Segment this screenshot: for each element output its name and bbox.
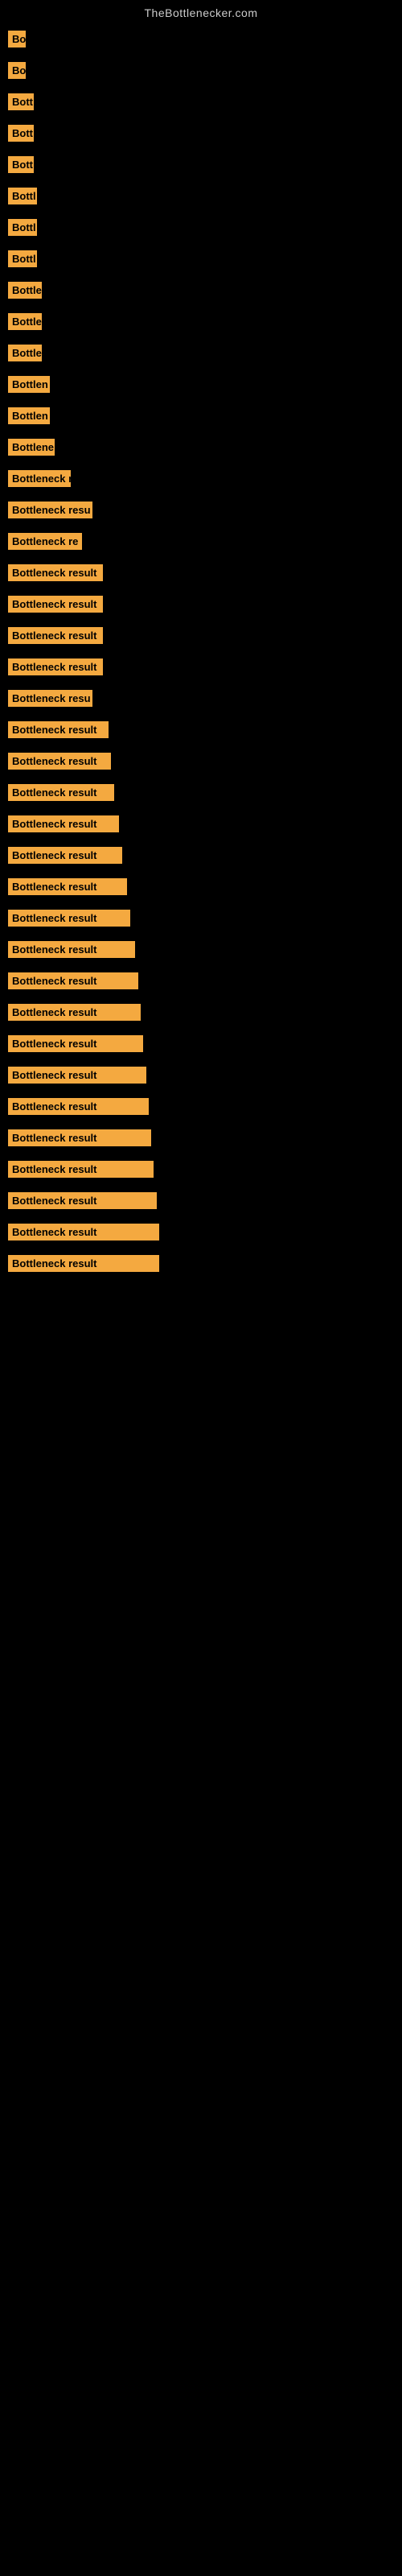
bottleneck-result-label: Bottl (8, 188, 37, 204)
list-item: Bottleneck result (8, 1035, 402, 1052)
list-item: Bottleneck result (8, 1192, 402, 1209)
bottleneck-result-label: Bottle (8, 345, 42, 361)
list-item: Bottl (8, 219, 402, 236)
list-item: Bottleneck result (8, 596, 402, 613)
list-item: Bottleneck result (8, 1129, 402, 1146)
list-item: Bottl (8, 188, 402, 204)
list-item: Bo (8, 31, 402, 47)
bottleneck-result-label: Bottleneck result (8, 658, 103, 675)
list-item: Bottleneck result (8, 1067, 402, 1084)
bottleneck-result-label: Bottleneck result (8, 847, 122, 864)
bottleneck-result-label: Bottleneck result (8, 1255, 159, 1272)
list-item: Bottlen (8, 407, 402, 424)
bottleneck-result-label: Bottleneck result (8, 753, 111, 770)
bottleneck-result-label: Bottleneck result (8, 721, 109, 738)
list-item: Bottleneck result (8, 941, 402, 958)
list-item: Bottleneck result (8, 972, 402, 989)
bottleneck-result-label: Bottlen (8, 376, 50, 393)
list-item: Bottleneck result (8, 753, 402, 770)
bottleneck-result-label: Bottleneck result (8, 1192, 157, 1209)
list-item: Bottle (8, 282, 402, 299)
bottleneck-result-label: Bottleneck result (8, 1004, 141, 1021)
list-item: Bottleneck result (8, 627, 402, 644)
list-item: Bottl (8, 250, 402, 267)
list-item: Bottleneck result (8, 815, 402, 832)
list-item: Bottlene (8, 439, 402, 456)
bottleneck-result-label: Bottleneck result (8, 815, 119, 832)
list-item: Bottleneck resu (8, 502, 402, 518)
list-item: Bottleneck resu (8, 690, 402, 707)
bottleneck-result-label: Bottleneck result (8, 941, 135, 958)
bottleneck-result-label: Bottleneck re (8, 533, 82, 550)
bottleneck-result-label: Bottleneck result (8, 972, 138, 989)
list-item: Bottleneck result (8, 658, 402, 675)
bottleneck-result-label: Bott (8, 156, 34, 173)
site-title: TheBottlenecker.com (0, 0, 402, 23)
list-item: Bottleneck result (8, 1098, 402, 1115)
bottleneck-result-label: Bottl (8, 219, 37, 236)
list-item: Bottleneck result (8, 784, 402, 801)
list-item: Bottle (8, 313, 402, 330)
bottleneck-result-label: Bottleneck result (8, 1161, 154, 1178)
list-item: Bott (8, 156, 402, 173)
bottleneck-result-label: Bottlene (8, 439, 55, 456)
bottleneck-result-label: Bott (8, 125, 34, 142)
bottleneck-result-label: Bottleneck result (8, 1035, 143, 1052)
list-item: Bott (8, 125, 402, 142)
bottleneck-result-label: Bottleneck result (8, 1067, 146, 1084)
bottleneck-result-label: Bottleneck result (8, 564, 103, 581)
list-item: Bottleneck result (8, 564, 402, 581)
bottleneck-result-label: Bott (8, 93, 34, 110)
bottleneck-result-label: Bottlen (8, 407, 50, 424)
bottleneck-result-label: Bottleneck result (8, 627, 103, 644)
bottleneck-result-label: Bottleneck result (8, 1098, 149, 1115)
list-item: Bottleneck result (8, 1004, 402, 1021)
list-item: Bottlen (8, 376, 402, 393)
list-item: Bottleneck result (8, 847, 402, 864)
bottleneck-result-label: Bottleneck result (8, 1129, 151, 1146)
bottleneck-result-label: Bottleneck result (8, 878, 127, 895)
list-item: Bottleneck r (8, 470, 402, 487)
list-item: Bo (8, 62, 402, 79)
list-item: Bottleneck result (8, 1161, 402, 1178)
bottleneck-result-label: Bo (8, 62, 26, 79)
items-container: Bo Bo Bott Bott Bott Bottl Bottl Bottl Bottle Bot… (0, 23, 402, 1294)
bottleneck-result-label: Bottleneck result (8, 784, 114, 801)
list-item: Bottle (8, 345, 402, 361)
bottleneck-result-label: Bottle (8, 313, 42, 330)
bottleneck-result-label: Bottleneck resu (8, 502, 92, 518)
list-item: Bottleneck result (8, 1224, 402, 1241)
list-item: Bottleneck re (8, 533, 402, 550)
list-item: Bottleneck result (8, 910, 402, 927)
bottleneck-result-label: Bottleneck resu (8, 690, 92, 707)
bottleneck-result-label: Bottleneck result (8, 1224, 159, 1241)
bottleneck-result-label: Bottle (8, 282, 42, 299)
bottleneck-result-label: Bottleneck result (8, 910, 130, 927)
bottleneck-result-label: Bottl (8, 250, 37, 267)
bottleneck-result-label: Bottleneck result (8, 596, 103, 613)
list-item: Bottleneck result (8, 721, 402, 738)
list-item: Bottleneck result (8, 1255, 402, 1272)
bottleneck-result-label: Bo (8, 31, 26, 47)
list-item: Bott (8, 93, 402, 110)
list-item: Bottleneck result (8, 878, 402, 895)
bottleneck-result-label: Bottleneck r (8, 470, 71, 487)
